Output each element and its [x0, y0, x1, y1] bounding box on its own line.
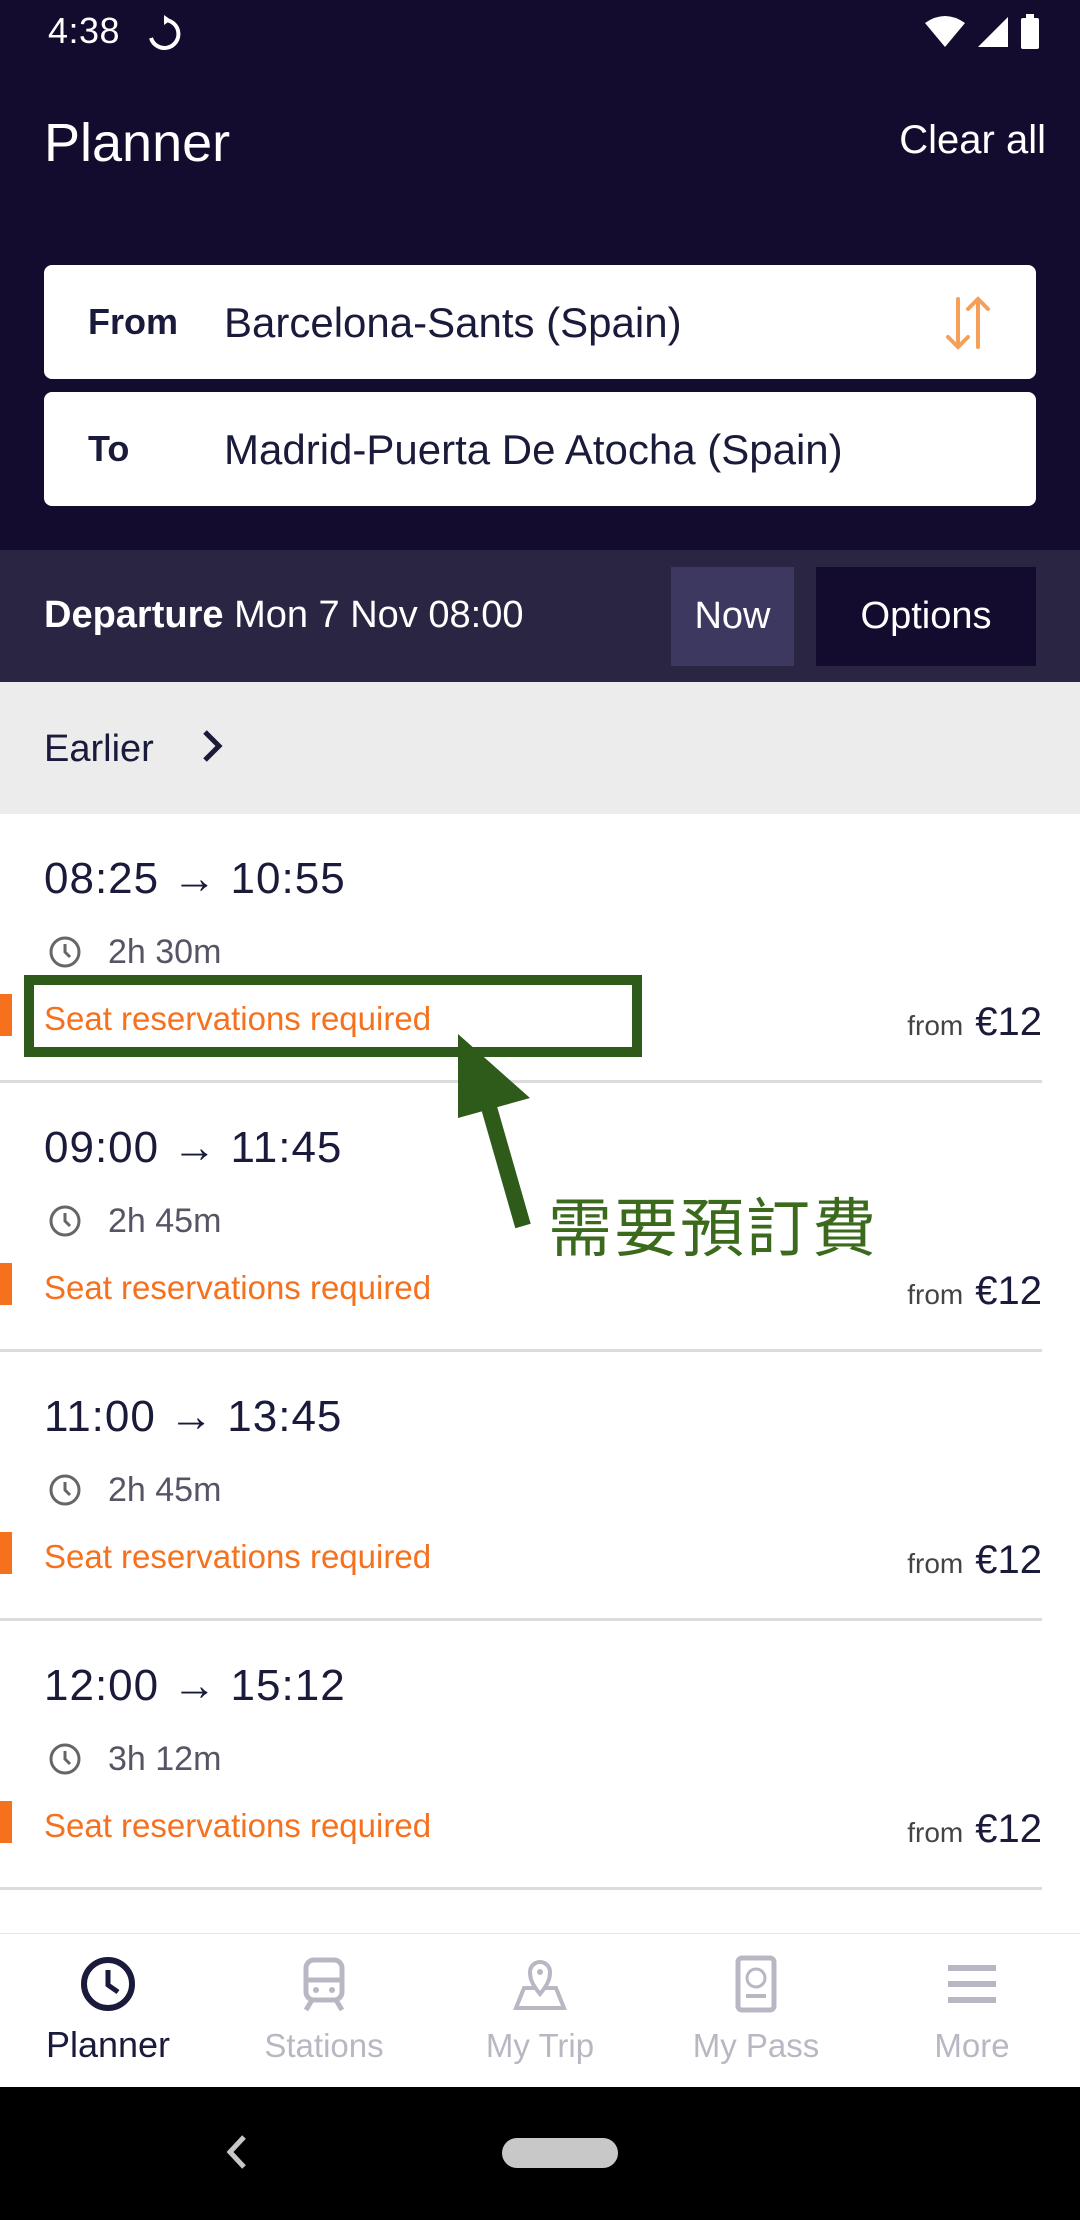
- trip-row[interactable]: 11:00 → 13:45 2h 45m Seat reservations r…: [0, 1352, 1080, 1621]
- to-label: To: [88, 428, 130, 469]
- status-bar: 4:38: [0, 0, 1080, 64]
- to-field[interactable]: To Madrid-Puerta De Atocha (Spain): [44, 392, 1036, 506]
- reservation-note: Seat reservations required: [44, 1269, 432, 1306]
- price-value: €12: [975, 1000, 1042, 1044]
- nav-item-stations[interactable]: Stations: [216, 1934, 432, 2087]
- trip-duration-group: 2h 45m: [48, 1201, 221, 1241]
- status-icons: [924, 14, 1040, 50]
- options-button[interactable]: Options: [816, 567, 1036, 666]
- reservation-note: Seat reservations required: [44, 1807, 432, 1844]
- departure-bar: Departure Mon 7 Nov 08:00 Now Options: [0, 550, 1080, 682]
- back-icon[interactable]: [222, 2127, 252, 2177]
- trip-times: 12:00 → 15:12: [44, 1661, 346, 1710]
- trip-price: from €12: [907, 1269, 1042, 1314]
- train-icon: [303, 1957, 345, 2012]
- trip-price: from €12: [907, 1538, 1042, 1583]
- trip-times: 09:00 → 11:45: [44, 1123, 343, 1172]
- trip-times: 08:25 → 10:55: [44, 854, 346, 903]
- trip-row[interactable]: 09:00 → 11:45 2h 45m Seat reservations r…: [0, 1083, 1080, 1352]
- map-pin-icon: [513, 1960, 567, 2010]
- clear-all-button[interactable]: Clear all: [899, 118, 1046, 163]
- reservation-marker: [0, 1263, 12, 1305]
- nav-item-my-pass[interactable]: My Pass: [648, 1934, 864, 2087]
- signal-icon: [978, 17, 1008, 47]
- from-label: From: [88, 301, 178, 342]
- trip-price: from €12: [907, 1807, 1042, 1852]
- chevron-right-icon: [203, 730, 223, 762]
- reservation-marker: [0, 994, 12, 1036]
- swap-icon[interactable]: [940, 293, 996, 353]
- price-value: €12: [975, 1807, 1042, 1851]
- clock-icon: [49, 936, 81, 968]
- nav-label: My Trip: [485, 2027, 595, 2064]
- nav-item-my-trip[interactable]: My Trip: [432, 1934, 648, 2087]
- header: 4:38 Planner Clear all From Barcelona-Sa…: [0, 0, 1080, 550]
- price-value: €12: [975, 1538, 1042, 1582]
- trip-price: from €12: [907, 1000, 1042, 1045]
- reservation-note: Seat reservations required: [44, 1538, 432, 1575]
- nav-item-planner[interactable]: Planner: [0, 1934, 216, 2087]
- price-from-label: from: [907, 1010, 964, 1041]
- reservation-marker: [0, 1532, 12, 1574]
- status-time: 4:38: [48, 10, 121, 51]
- menu-icon: [948, 1965, 996, 2003]
- departure-label: Departure: [44, 594, 224, 636]
- clock-icon: [49, 1743, 81, 1775]
- trip-duration: 3h 12m: [108, 1739, 222, 1778]
- home-button[interactable]: [502, 2138, 618, 2168]
- departure-value: Mon 7 Nov 08:00: [234, 594, 524, 636]
- bottom-nav: Planner Stations My Trip My Pass More: [0, 1933, 1080, 2087]
- departure-text[interactable]: Departure Mon 7 Nov 08:00: [44, 594, 523, 637]
- clock-icon: [49, 1474, 81, 1506]
- from-field[interactable]: From Barcelona-Sants (Spain): [44, 265, 1036, 379]
- nav-label: My Pass: [692, 2027, 820, 2064]
- trip-row[interactable]: 12:00 → 15:12 3h 12m Seat reservations r…: [0, 1621, 1080, 1890]
- earlier-label: Earlier: [44, 728, 154, 770]
- reservation-marker: [0, 1801, 12, 1843]
- wifi-icon: [925, 16, 965, 47]
- trip-duration: 2h 45m: [108, 1201, 222, 1240]
- page-title: Planner: [44, 113, 231, 173]
- divider: [0, 1887, 1042, 1890]
- to-value: Madrid-Puerta De Atocha (Spain): [224, 426, 843, 473]
- trip-duration: 2h 30m: [108, 932, 222, 971]
- clock-icon: [49, 1205, 81, 1237]
- battery-icon: [1021, 14, 1039, 49]
- pass-icon: [735, 1955, 777, 2013]
- system-nav-bar: [0, 2087, 1080, 2220]
- trip-times: 11:00 → 13:45: [44, 1392, 343, 1441]
- nav-label: More: [934, 2027, 1010, 2064]
- from-value: Barcelona-Sants (Spain): [224, 299, 682, 346]
- nav-label: Planner: [45, 2024, 171, 2065]
- nav-item-more[interactable]: More: [864, 1934, 1080, 2087]
- clock-icon: [81, 1957, 135, 2011]
- sync-icon: [149, 15, 181, 50]
- trip-duration: 2h 45m: [108, 1470, 222, 1509]
- price-value: €12: [975, 1269, 1042, 1313]
- price-from-label: from: [907, 1548, 964, 1579]
- nav-label: Stations: [264, 2027, 384, 2064]
- trip-duration-group: 2h 45m: [48, 1470, 221, 1510]
- earlier-row[interactable]: Earlier: [0, 682, 1080, 814]
- price-from-label: from: [907, 1817, 964, 1848]
- now-button[interactable]: Now: [671, 567, 794, 666]
- price-from-label: from: [907, 1279, 964, 1310]
- annotation-highlight-box: [24, 975, 642, 1057]
- trip-duration-group: 2h 30m: [48, 932, 221, 972]
- annotation-text: 需要預訂費: [548, 1193, 878, 1267]
- trip-duration-group: 3h 12m: [48, 1739, 221, 1779]
